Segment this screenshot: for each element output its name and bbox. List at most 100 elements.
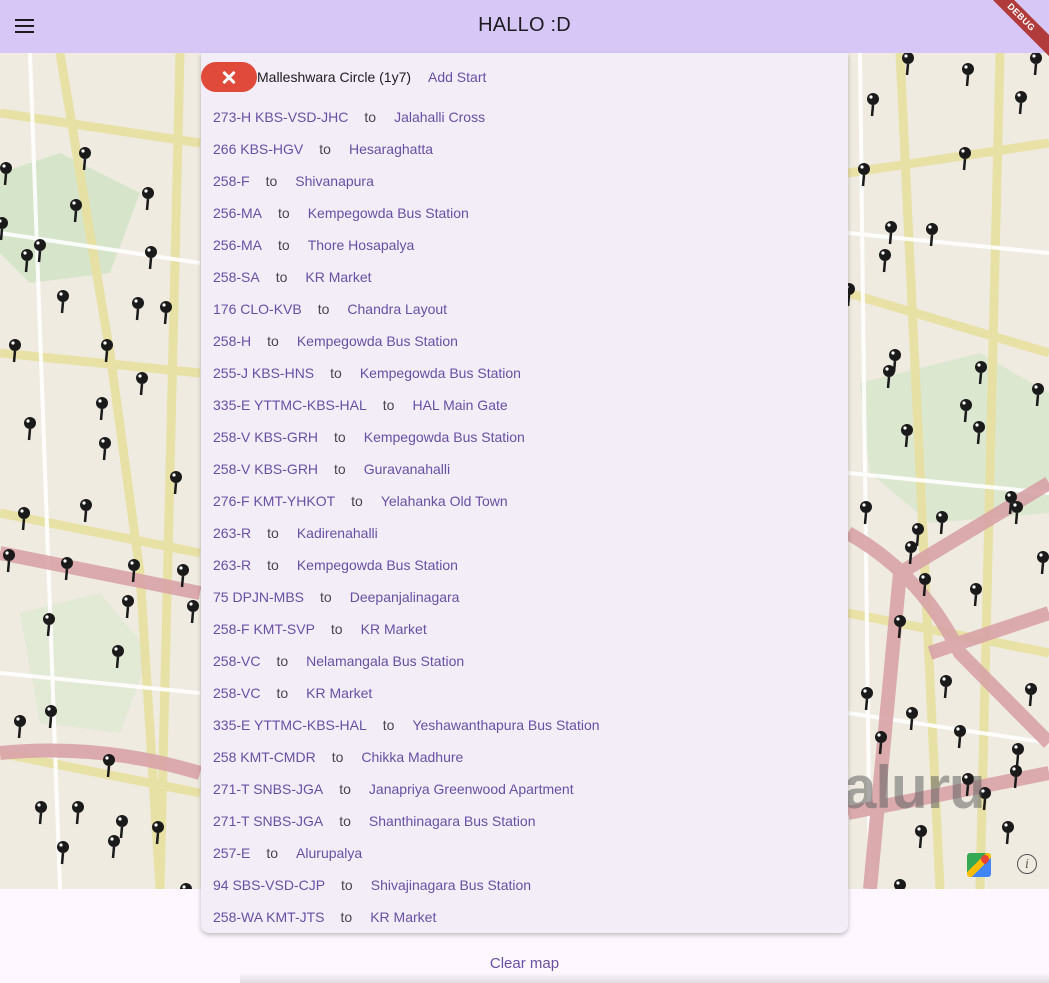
route-connector-label: to [266, 845, 279, 861]
route-destination-button[interactable]: Alurupalya [296, 845, 362, 861]
add-start-button[interactable]: Add Start [428, 69, 486, 85]
route-number-button[interactable]: 263-R [213, 525, 251, 541]
route-destination-button[interactable]: Shivanapura [295, 173, 374, 189]
route-destination-button[interactable]: Nelamangala Bus Station [306, 653, 464, 669]
route-number-button[interactable]: 263-R [213, 557, 251, 573]
route-destination-button[interactable]: HAL Main Gate [412, 397, 507, 413]
route-destination-button[interactable]: KR Market [361, 621, 427, 637]
route-destination-button[interactable]: Shivajinagara Bus Station [371, 877, 531, 893]
route-connector-label: to [330, 365, 342, 381]
map-city-label: aluru [843, 754, 986, 821]
route-row: 263-R to Kadirenahalli [201, 517, 848, 549]
route-number-button[interactable]: 335-E YTTMC-KBS-HAL [213, 397, 367, 413]
route-destination-button[interactable]: Yeshawanthapura Bus Station [412, 717, 599, 733]
route-row: 258-WA KMT-JTS to KR Market [201, 901, 848, 933]
google-maps-icon[interactable] [967, 853, 991, 877]
route-connector-label: to [278, 205, 290, 221]
route-connector-label: to [330, 621, 343, 637]
map-controls: i [967, 853, 1037, 879]
route-number-button[interactable]: 271-T SNBS-JGA [213, 813, 323, 829]
clear-map-button[interactable]: Clear map [0, 955, 1049, 972]
route-destination-button[interactable]: Yelahanka Old Town [381, 493, 508, 509]
route-row: 335-E YTTMC-KBS-HAL to HAL Main Gate [201, 389, 848, 421]
route-connector-label: to [267, 557, 279, 573]
route-destination-button[interactable]: Hesaraghatta [349, 141, 433, 157]
route-number-button[interactable]: 276-F KMT-YHKOT [213, 493, 335, 509]
route-connector-label: to [339, 813, 351, 829]
route-destination-button[interactable]: Deepanjalinagara [350, 589, 460, 605]
route-connector-label: to [340, 909, 353, 925]
route-row: 258-VC to Nelamangala Bus Station [201, 645, 848, 677]
route-row: 176 CLO-KVB to Chandra Layout [201, 293, 848, 325]
route-number-button[interactable]: 258 KMT-CMDR [213, 749, 316, 765]
route-number-button[interactable]: 94 SBS-VSD-CJP [213, 877, 325, 893]
route-destination-button[interactable]: Jalahalli Cross [394, 109, 485, 125]
route-connector-label: to [267, 525, 279, 541]
route-destination-button[interactable]: Kempegowda Bus Station [297, 333, 458, 349]
route-connector-label: to [334, 429, 346, 445]
route-number-button[interactable]: 258-VC [213, 685, 260, 701]
bottom-shadow [240, 973, 1049, 983]
close-icon[interactable] [201, 62, 257, 92]
route-row: 266 KBS-HGV to Hesaraghatta [201, 133, 848, 165]
route-row: 258-VC to KR Market [201, 677, 848, 709]
route-number-button[interactable]: 75 DPJN-MBS [213, 589, 304, 605]
route-number-button[interactable]: 258-F KMT-SVP [213, 621, 315, 637]
route-destination-button[interactable]: Guravanahalli [364, 461, 450, 477]
route-number-button[interactable]: 256-MA [213, 237, 262, 253]
route-connector-label: to [351, 493, 363, 509]
route-destination-button[interactable]: Thore Hosapalya [308, 237, 415, 253]
route-destination-button[interactable]: Kadirenahalli [297, 525, 378, 541]
route-number-button[interactable]: 271-T SNBS-JGA [213, 781, 323, 797]
info-icon[interactable]: i [1017, 854, 1037, 874]
route-number-button[interactable]: 258-H [213, 333, 251, 349]
route-row: 258-H to Kempegowda Bus Station [201, 325, 848, 357]
route-number-button[interactable]: 258-V KBS-GRH [213, 461, 318, 477]
route-destination-button[interactable]: Chikka Madhure [361, 749, 463, 765]
route-number-button[interactable]: 258-V KBS-GRH [213, 429, 318, 445]
route-destination-button[interactable]: Chandra Layout [347, 301, 447, 317]
route-destination-button[interactable]: Kempegowda Bus Station [297, 557, 458, 573]
route-number-button[interactable]: 258-VC [213, 653, 260, 669]
route-connector-label: to [334, 461, 346, 477]
route-connector-label: to [276, 685, 289, 701]
route-connector-label: to [265, 173, 278, 189]
route-row: 258-F to Shivanapura [201, 165, 848, 197]
route-number-button[interactable]: 273-H KBS-VSD-JHC [213, 109, 348, 125]
route-connector-label: to [341, 877, 353, 893]
route-connector-label: to [331, 749, 344, 765]
route-number-button[interactable]: 257-E [213, 845, 250, 861]
route-row: 271-T SNBS-JGA to Janapriya Greenwood Apar… [201, 773, 848, 805]
route-connector-label: to [382, 717, 395, 733]
route-destination-button[interactable]: Janapriya Greenwood Apartment [369, 781, 574, 797]
route-connector-label: to [319, 141, 331, 157]
route-number-button[interactable]: 256-MA [213, 205, 262, 221]
route-destination-button[interactable]: KR Market [305, 269, 371, 285]
route-connector-label: to [267, 333, 279, 349]
route-row: 335-E YTTMC-KBS-HAL to Yeshawanthapura Bus… [201, 709, 848, 741]
route-number-button[interactable]: 266 KBS-HGV [213, 141, 303, 157]
route-row: 258-V KBS-GRH to Kempegowda Bus Station [201, 421, 848, 453]
route-destination-button[interactable]: Kempegowda Bus Station [364, 429, 525, 445]
route-list: 273-H KBS-VSD-JHC to Jalahalli Cross 266 KB… [201, 101, 848, 933]
route-number-button[interactable]: 258-SA [213, 269, 260, 285]
app-title: HALLO :D [478, 14, 571, 36]
route-destination-button[interactable]: KR Market [370, 909, 436, 925]
route-number-button[interactable]: 258-F [213, 173, 250, 189]
route-number-button[interactable]: 255-J KBS-HNS [213, 365, 314, 381]
route-connector-label: to [276, 653, 289, 669]
route-row: 255-J KBS-HNS to Kempegowda Bus Station [201, 357, 848, 389]
route-destination-button[interactable]: Kempegowda Bus Station [360, 365, 521, 381]
route-number-button[interactable]: 176 CLO-KVB [213, 301, 302, 317]
stop-routes-panel: Malleshwara Circle (1y7) Add Start 273-H… [201, 53, 848, 933]
route-row: 256-MA to Thore Hosapalya [201, 229, 848, 261]
route-number-button[interactable]: 335-E YTTMC-KBS-HAL [213, 717, 367, 733]
route-connector-label: to [275, 269, 288, 285]
route-destination-button[interactable]: KR Market [306, 685, 372, 701]
route-connector-label: to [320, 589, 332, 605]
route-connector-label: to [364, 109, 377, 125]
route-connector-label: to [382, 397, 395, 413]
route-number-button[interactable]: 258-WA KMT-JTS [213, 909, 325, 925]
route-destination-button[interactable]: Shanthinagara Bus Station [369, 813, 536, 829]
route-destination-button[interactable]: Kempegowda Bus Station [308, 205, 469, 221]
